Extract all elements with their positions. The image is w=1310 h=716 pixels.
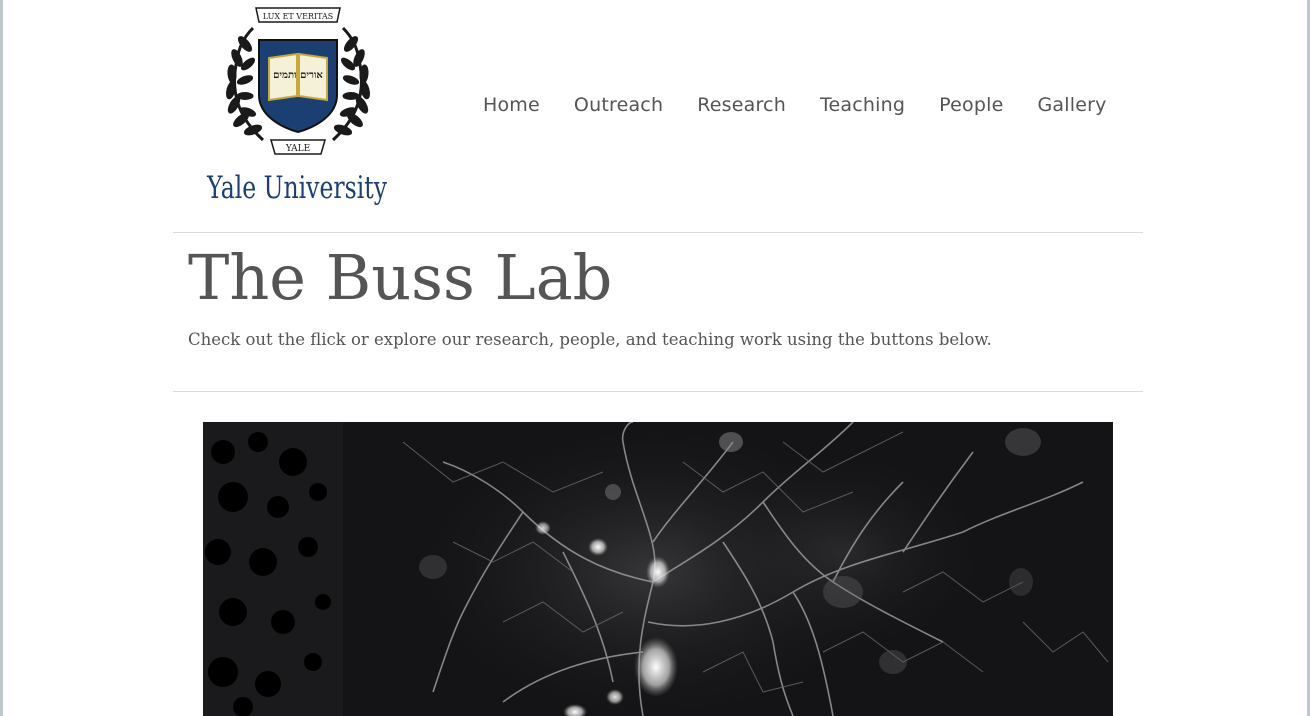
microscopy-neuron-video-icon bbox=[203, 422, 1113, 716]
page-container: LUX ET VERITAS אורים ותמים YALE Yale Uni… bbox=[173, 0, 1143, 716]
nav-research[interactable]: Research bbox=[697, 94, 786, 116]
browser-viewport: LUX ET VERITAS אורים ותמים YALE Yale Uni… bbox=[0, 0, 1310, 716]
nav-people[interactable]: People bbox=[939, 94, 1003, 116]
yale-crest-icon: LUX ET VERITAS אורים ותמים YALE Yale Uni… bbox=[206, 7, 387, 206]
nav-home[interactable]: Home bbox=[483, 94, 540, 116]
page-title: The Buss Lab bbox=[188, 241, 613, 314]
content-divider bbox=[173, 391, 1143, 392]
logo-hebrew: אורים ותמים bbox=[273, 70, 323, 81]
lab-video[interactable] bbox=[203, 422, 1113, 716]
nav-gallery[interactable]: Gallery bbox=[1037, 94, 1106, 116]
logo-banner: YALE bbox=[285, 144, 310, 154]
page-subtitle: Check out the flick or explore our resea… bbox=[188, 330, 992, 349]
header-divider bbox=[173, 232, 1143, 233]
main-nav: Home Outreach Research Teaching People G… bbox=[483, 94, 1107, 116]
yale-logo-link[interactable]: LUX ET VERITAS אורים ותמים YALE Yale Uni… bbox=[201, 0, 391, 215]
logo-motto: LUX ET VERITAS bbox=[263, 12, 334, 21]
nav-teaching[interactable]: Teaching bbox=[820, 94, 905, 116]
nav-outreach[interactable]: Outreach bbox=[574, 94, 663, 116]
logo-wordmark: Yale University bbox=[206, 170, 387, 206]
